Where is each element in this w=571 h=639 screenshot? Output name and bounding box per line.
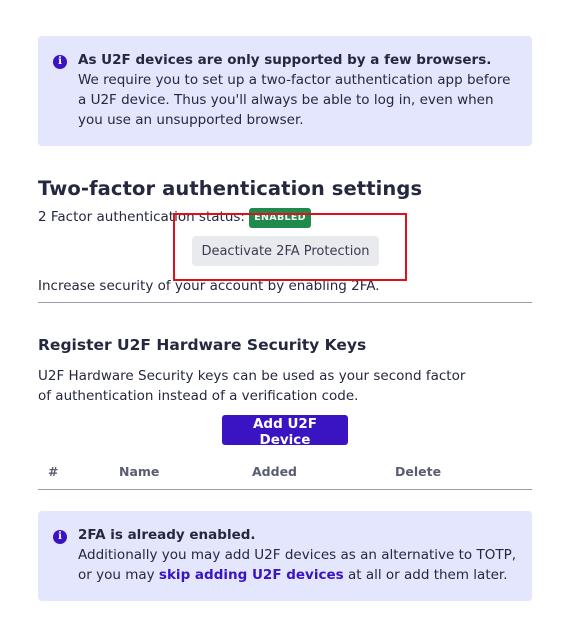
column-header-added: Added [252,464,297,479]
twofa-heading: Two-factor authentication settings [38,177,423,200]
column-header-name: Name [119,464,160,479]
twofa-enabled-notice: i 2FA is already enabled. Additionally y… [38,511,532,601]
notice-body-suffix: at all or add them later. [347,567,508,583]
notice-title: As U2F devices are only supported by a f… [78,52,492,68]
divider [38,302,532,303]
skip-u2f-link[interactable]: skip adding U2F devices [159,567,344,583]
info-icon: i [53,55,67,69]
info-icon: i [53,530,67,544]
add-u2f-device-button[interactable]: Add U2F Device [222,415,348,448]
u2f-heading: Register U2F Hardware Security Keys [38,336,367,354]
u2f-browser-notice: i As U2F devices are only supported by a… [38,36,532,146]
u2f-description: U2F Hardware Security keys can be used a… [38,368,466,404]
highlight-box [173,213,407,281]
notice-title: 2FA is already enabled. [78,527,256,543]
table-divider [38,489,532,490]
column-header-number: # [48,464,59,479]
column-header-delete: Delete [395,464,442,479]
notice-body: We require you to set up a two-factor au… [78,72,511,128]
